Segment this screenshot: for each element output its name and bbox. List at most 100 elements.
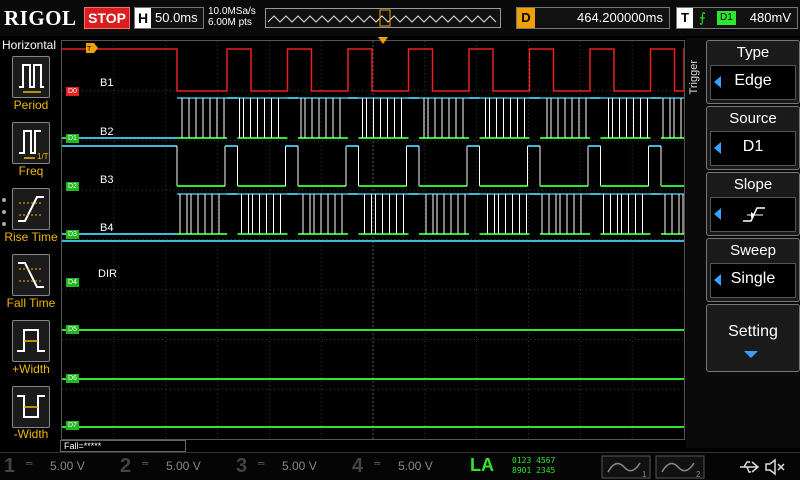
channel-bar: 1 ═ 5.00 V 2 ═ 5.00 V 3 ═ 5.00 V 4 ═ 5.0… [0,452,800,480]
timebase-readout[interactable]: H 50.0ms [134,7,204,29]
period-icon [19,64,44,93]
channel-label-b3: B3 [100,174,114,186]
svg-text:2: 2 [696,470,701,479]
trigger-key: T [677,8,693,28]
dc-coupling-icon: ═ [258,458,265,468]
analog-channel-2[interactable]: 2 ═ 5.00 V [116,455,228,479]
trigger-slope-value-box [710,197,796,232]
digital-tag-d7[interactable]: D7 [66,421,79,430]
timebase-value: 50.0ms [155,10,198,25]
svg-text:1/T: 1/T [37,152,49,161]
trigger-source-title: Source [729,110,777,127]
trigger-slope-softkey[interactable]: Slope [706,172,800,236]
trigger-type-value-box: Edge [710,65,796,100]
trigger-level: 480mV [749,10,791,25]
positive-width-label: +Width [12,362,50,376]
fall-time-icon [18,262,44,288]
memory-waveform-icon [267,9,497,27]
channel-4-number: 4 [352,455,364,477]
la-group-top: 0123 4567 [512,456,556,465]
digital-tag-d5[interactable]: D5 [66,325,79,334]
fall-time-button[interactable] [12,254,50,296]
waveform-display[interactable] [61,40,685,440]
channel-3-number: 3 [236,455,248,477]
channel-3-scale: 5.00 V [282,459,317,473]
trigger-setting-softkey[interactable]: Setting [706,304,800,372]
memory-overview-strip[interactable] [265,8,501,28]
trigger-sweep-title: Sweep [730,242,776,259]
delay-key: D [517,8,535,28]
rise-time-icon [18,196,44,222]
channel-label-dir: DIR [98,268,117,280]
trigger-source-value-box: D1 [710,131,796,166]
run-stop-button[interactable]: STOP [84,7,130,29]
negative-width-label: -Width [13,427,49,441]
fall-time-label: Fall Time [6,296,56,310]
delay-readout[interactable]: D 464.200000ms [516,7,670,29]
delay-value: 464.200000ms [576,10,663,25]
rising-edge-icon [743,207,765,222]
analog-channel-4[interactable]: 4 ═ 5.00 V [348,455,460,479]
horizontal-measure-panel: Horizontal Period 1/T Freq Rise Time Fal… [0,38,60,441]
dc-coupling-icon: ═ [142,458,149,468]
la-group-bottom: 8901 2345 [512,466,556,475]
trigger-position-marker-icon[interactable] [378,37,388,45]
page-dots-icon [2,198,6,226]
dc-coupling-icon: ═ [374,458,381,468]
channel-2-number: 2 [120,455,132,477]
digital-tag-d1[interactable]: D1 [66,134,79,143]
timebase-key: H [135,8,151,28]
memory-depth: 6.00M pts [208,17,252,28]
trigger-type-title: Type [736,44,770,61]
sound-muted-icon[interactable] [764,458,786,476]
status-bar: RIGOL STOP H 50.0ms 10.0MSa/s 6.00M pts … [0,0,800,36]
digital-tag-d0[interactable]: D0 [66,87,79,96]
sample-rate: 10.0MSa/s [208,6,256,17]
negative-width-icon [17,395,45,418]
trigger-sweep-value: Single [730,270,776,287]
signal-source-icons[interactable]: 1 2 [600,455,710,479]
analog-channel-1[interactable]: 1 ═ 5.00 V [0,455,112,479]
brand-logo: RIGOL [4,6,77,30]
trigger-edge-icon: ⨍ [699,10,706,25]
dc-coupling-icon: ═ [26,458,33,468]
digital-tag-d2[interactable]: D2 [66,182,79,191]
freq-label: Freq [18,164,44,178]
positive-width-button[interactable] [12,320,50,362]
channel-label-b1: B1 [100,77,114,89]
channel-1-number: 1 [4,455,16,477]
negative-width-button[interactable] [12,386,50,428]
chevron-down-icon [744,351,758,358]
panel-title: Horizontal [2,38,57,52]
la-channel-groups: 0123 4567 8901 2345 [512,456,555,476]
usb-icon [740,461,760,473]
trigger-source-softkey[interactable]: Source D1 [706,106,800,170]
positive-width-icon [17,329,45,352]
channel-1-scale: 5.00 V [50,459,85,473]
waveform-canvas [62,41,684,439]
period-label: Period [13,98,49,112]
trigger-sweep-softkey[interactable]: Sweep Single [706,238,800,302]
analog-channel-3[interactable]: 3 ═ 5.00 V [232,455,344,479]
trigger-type-value: Edge [734,72,772,89]
menu-title: Trigger [688,60,700,95]
trigger-readout[interactable]: T ⨍ D1 480mV [676,7,798,29]
channel-label-b2: B2 [100,126,114,138]
channel-4-scale: 5.00 V [398,459,433,473]
trigger-type-softkey[interactable]: Type Edge [706,40,800,104]
measurement-readout: Fall=***** [60,440,186,452]
logic-analyzer-button[interactable]: LA [470,455,494,476]
digital-tag-d4[interactable]: D4 [66,278,79,287]
trigger-source-value: D1 [742,138,764,155]
digital-tag-d3[interactable]: D3 [66,230,79,239]
trigger-setting-label: Setting [728,323,778,340]
digital-tag-d6[interactable]: D6 [66,374,79,383]
freq-button[interactable]: 1/T [12,122,50,164]
svg-text:1: 1 [642,470,647,479]
acquisition-info: 10.0MSa/s 6.00M pts [208,6,256,28]
channel-label-b4: B4 [100,222,114,234]
trigger-sweep-value-box: Single [710,263,796,298]
rise-time-button[interactable] [12,188,50,230]
trigger-level-marker-icon[interactable]: T [86,43,98,53]
period-button[interactable] [12,56,50,98]
